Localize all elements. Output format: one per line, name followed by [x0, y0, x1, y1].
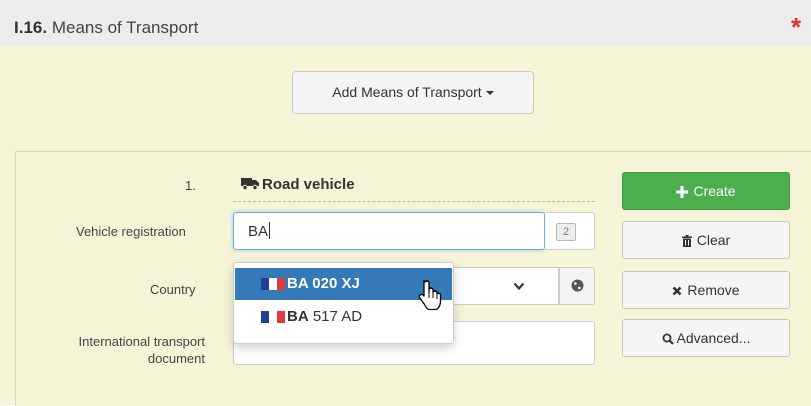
search-icon: [662, 333, 674, 346]
divider: [233, 201, 595, 202]
globe-icon: [571, 279, 584, 292]
required-asterisk: *: [791, 12, 802, 42]
section-label: Means of Transport: [51, 18, 199, 37]
itd-label: International transport document: [56, 333, 205, 367]
truck-icon: [241, 178, 259, 190]
create-button[interactable]: Create: [622, 172, 790, 210]
vehicle-type-label: Road vehicle: [262, 176, 355, 193]
caret-down-icon: [485, 91, 494, 96]
vehicle-registration-value: BA: [248, 223, 269, 240]
text-caret: [269, 222, 271, 239]
itd-label-line1: International transport: [78, 334, 205, 349]
option-bold-text: BA: [287, 308, 309, 325]
clear-button-label: Clear: [696, 232, 731, 248]
vehicle-registration-input[interactable]: BA: [233, 212, 545, 250]
section-number: I.16.: [14, 18, 48, 37]
transport-index: 1.: [185, 178, 196, 193]
flag-icon: [261, 278, 285, 290]
remove-button[interactable]: Remove: [622, 271, 790, 309]
option-bold-text: BA 020 XJ: [287, 275, 360, 292]
plus-icon: [676, 186, 689, 199]
close-icon: [673, 286, 682, 296]
country-globe-button[interactable]: [559, 267, 595, 305]
itd-label-line2: document: [147, 351, 205, 366]
chevron-down-icon: [513, 282, 525, 291]
advanced-button[interactable]: Advanced...: [622, 319, 790, 357]
add-button-label: Add Means of Transport: [332, 84, 482, 100]
create-button-label: Create: [693, 183, 736, 199]
match-count-badge: 2: [556, 223, 576, 241]
clear-button[interactable]: Clear: [622, 221, 790, 259]
vehicle-registration-label: Vehicle registration: [76, 224, 186, 239]
advanced-button-label: Advanced...: [676, 330, 751, 346]
trash-icon: [681, 235, 692, 248]
remove-button-label: Remove: [687, 282, 740, 298]
section-title: I.16. Means of Transport: [14, 18, 198, 38]
hand-pointer-icon: [418, 280, 442, 310]
country-label: Country: [150, 282, 196, 297]
option-rest-text: 517 AD: [308, 308, 363, 325]
vehicle-type-title: Road vehicle: [241, 176, 355, 193]
flag-icon: [261, 311, 285, 323]
add-means-of-transport-button[interactable]: Add Means of Transport: [292, 71, 534, 114]
